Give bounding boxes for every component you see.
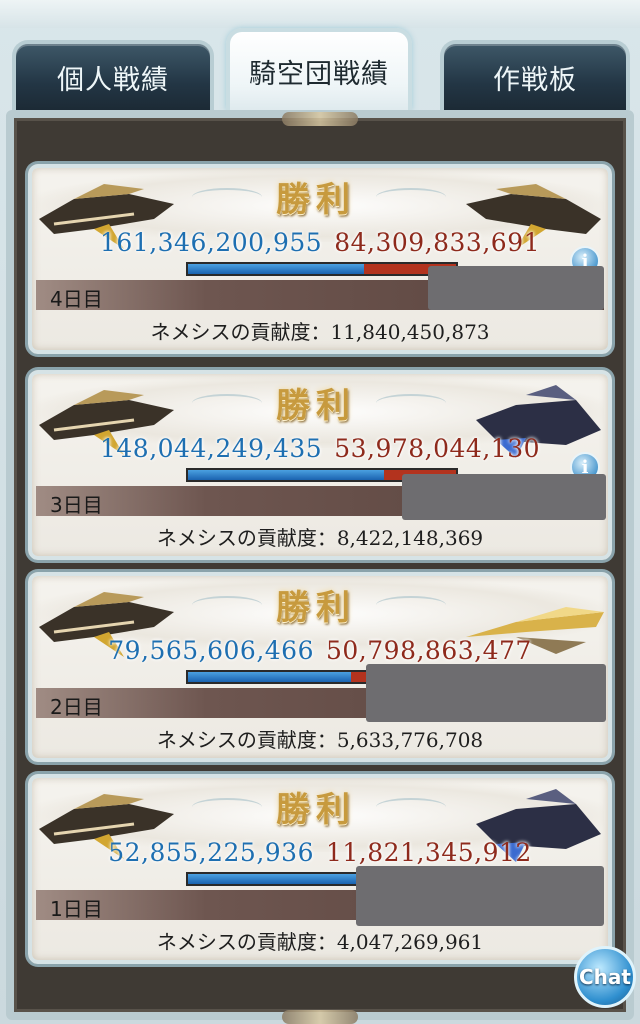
top-edge xyxy=(0,0,640,28)
victory-label: 勝利 xyxy=(276,789,356,830)
chat-button[interactable]: Chat xyxy=(574,946,636,1008)
score-line: 79,565,606,466 50,798,863,477 xyxy=(32,636,608,666)
victory-ornament-left xyxy=(192,596,262,614)
victory-ornament-right xyxy=(376,596,446,614)
victory-label: 勝利 xyxy=(276,587,356,628)
victory-ornament-left xyxy=(192,188,262,206)
redacted-opponent-name xyxy=(428,266,604,310)
score-ratio-bar xyxy=(186,262,458,276)
result-card-day3[interactable]: 勝利 148,044,249,435 53,978,044,130 i 3日目 ネ… xyxy=(28,370,612,560)
result-card-day1[interactable]: 勝利 52,855,225,936 11,821,345,912 1日目 ネメシス… xyxy=(28,774,612,964)
contribution-label: ネメシスの貢献度： xyxy=(156,526,337,550)
our-score: 161,346,200,955 xyxy=(99,228,323,257)
victory-ornament-right xyxy=(376,798,446,816)
day-label: 3日目 xyxy=(50,493,103,517)
contribution-value: 8,422,148,369 xyxy=(336,526,484,550)
day-label: 2日目 xyxy=(50,695,103,719)
tab-personal-record[interactable]: 個人戦績 xyxy=(12,40,214,110)
our-score-fill xyxy=(188,672,352,682)
tab-crew-record[interactable]: 騎空団戦績 xyxy=(226,28,412,110)
contribution-value: 11,840,450,873 xyxy=(330,320,490,344)
panel-ornament-bottom xyxy=(282,1010,358,1024)
redacted-opponent-name xyxy=(366,664,606,722)
our-score-fill xyxy=(188,470,385,480)
panel-ornament-top xyxy=(282,112,358,126)
redacted-opponent-name xyxy=(356,866,604,926)
contribution-line: ネメシスの貢献度：5,633,776,708 xyxy=(32,724,608,753)
day-label: 1日目 xyxy=(50,897,103,921)
our-score-fill xyxy=(188,264,365,274)
our-score: 52,855,225,936 xyxy=(108,838,314,867)
tab-bar: 個人戦績 騎空団戦績 作戦板 xyxy=(0,28,640,110)
enemy-score: 50,798,863,477 xyxy=(326,636,532,665)
our-score: 148,044,249,435 xyxy=(99,434,323,463)
victory-label: 勝利 xyxy=(276,179,356,220)
contribution-label: ネメシスの貢献度： xyxy=(156,930,337,954)
day-label: 4日目 xyxy=(50,287,103,311)
score-line: 161,346,200,955 84,309,833,691 xyxy=(32,228,608,258)
result-card-day2[interactable]: 勝利 79,565,606,466 50,798,863,477 2日目 ネメシス… xyxy=(28,572,612,762)
tab-strategy-board[interactable]: 作戦板 xyxy=(440,40,630,110)
score-line: 52,855,225,936 11,821,345,912 xyxy=(32,838,608,868)
victory-ornament-left xyxy=(192,798,262,816)
contribution-label: ネメシスの貢献度： xyxy=(156,728,337,752)
contribution-line: ネメシスの貢献度：4,047,269,961 xyxy=(32,926,608,955)
victory-ornament-right xyxy=(376,188,446,206)
contribution-line: ネメシスの貢献度：8,422,148,369 xyxy=(32,522,608,551)
contribution-label: ネメシスの貢献度： xyxy=(150,320,331,344)
enemy-score: 11,821,345,912 xyxy=(326,838,532,867)
contribution-line: ネメシスの貢献度：11,840,450,873 xyxy=(32,316,608,345)
victory-label: 勝利 xyxy=(276,385,356,426)
enemy-score: 53,978,044,130 xyxy=(334,434,541,463)
contribution-value: 5,633,776,708 xyxy=(336,728,484,752)
enemy-score: 84,309,833,691 xyxy=(334,228,541,257)
contribution-value: 4,047,269,961 xyxy=(336,930,484,954)
redacted-opponent-name xyxy=(402,474,606,520)
victory-ornament-right xyxy=(376,394,446,412)
result-card-day4[interactable]: 勝利 161,346,200,955 84,309,833,691 i 4日目 ネ… xyxy=(28,164,612,354)
score-line: 148,044,249,435 53,978,044,130 xyxy=(32,434,608,464)
victory-ornament-left xyxy=(192,394,262,412)
our-score: 79,565,606,466 xyxy=(108,636,314,665)
